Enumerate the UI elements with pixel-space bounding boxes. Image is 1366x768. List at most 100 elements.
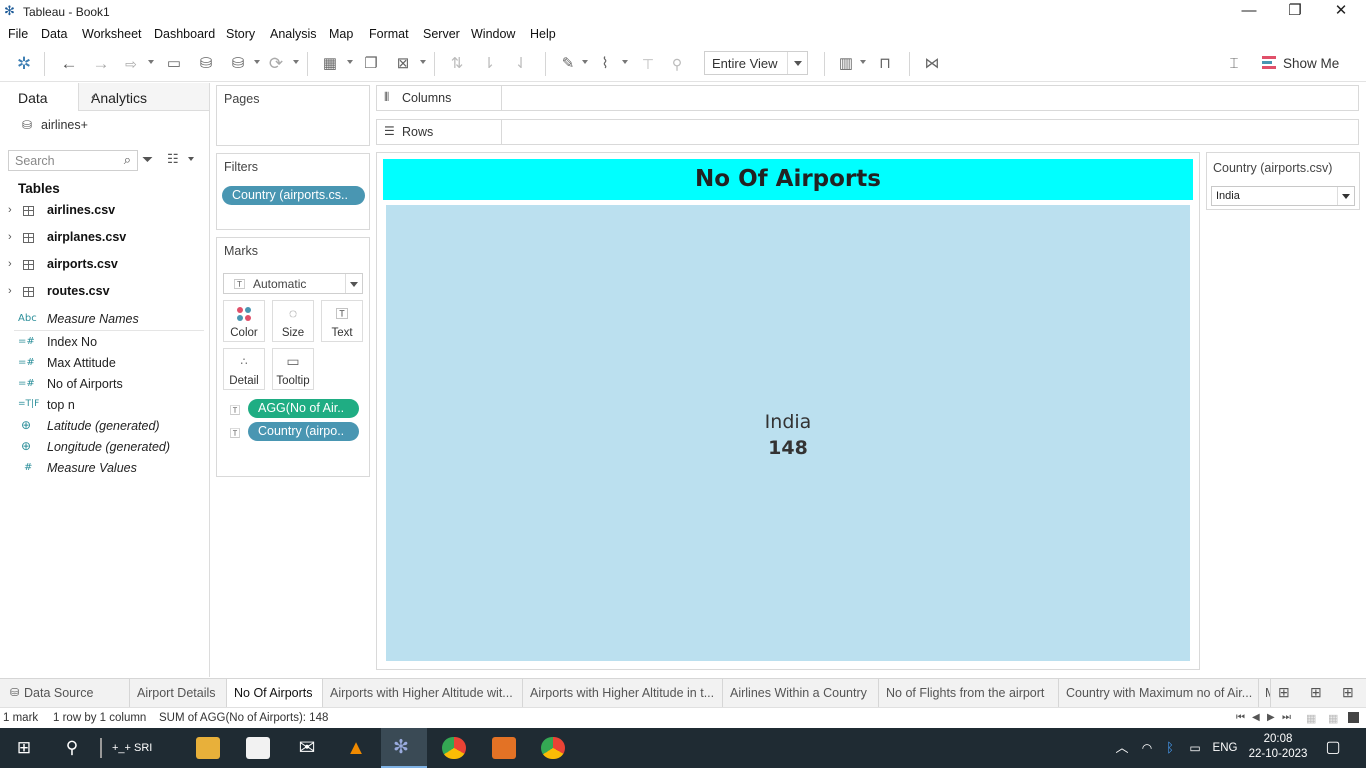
collapse-pane-icon[interactable]: ‹ [91,88,201,104]
windows-start-icon[interactable]: ⊞ [10,728,38,768]
chrome-profile-icon[interactable] [541,737,565,759]
minimize-button[interactable]: — [1226,0,1272,24]
tab-no-of-airports[interactable]: No Of Airports [227,679,323,707]
bluetooth-icon[interactable]: ᛒ [1162,728,1178,768]
sort-ascending-icon[interactable]: ⇂ [477,53,501,75]
replay-icon[interactable]: ⇨ [119,53,143,75]
filters-card[interactable]: Filters Country (airports.cs.. [216,153,370,230]
document-icon[interactable] [492,737,516,759]
menu-format[interactable]: Format [369,27,409,41]
menu-analysis[interactable]: Analysis [270,27,317,41]
clock[interactable]: 20:08 22-10-2023 [1245,732,1311,762]
tab-airlines-within-country[interactable]: Airlines Within a Country [723,679,879,707]
mark-pill-agg[interactable]: AGG(No of Air.. [248,399,359,418]
mail-icon[interactable]: ✉ [293,728,321,768]
show-filmstrip-icon[interactable]: ▦ [1306,712,1316,725]
duplicate-sheet-icon[interactable]: ❐ [359,53,383,75]
text-mark[interactable]: India 148 [386,205,1190,661]
next-sheet-icon[interactable]: ▶ [1267,712,1275,723]
menu-map[interactable]: Map [329,27,353,41]
mark-pill-country[interactable]: Country (airpo.. [248,422,359,441]
clear-sheet-icon[interactable]: ⊠ [391,53,415,75]
show-sheet-sorter-icon[interactable]: ▦ [1328,712,1338,725]
tab-more[interactable]: M [1259,679,1271,707]
columns-shelf[interactable]: ⦀ Columns [376,85,1359,111]
tab-airport-details[interactable]: Airport Details [130,679,227,707]
tab-airports-higher-altitude-with[interactable]: Airports with Higher Altitude wit... [323,679,523,707]
fix-axes-icon[interactable]: ⚲ [665,53,689,75]
new-datasource-icon[interactable]: ⛁ [194,53,218,75]
mark-type-dropdown[interactable]: 🅃 Automatic [223,273,363,294]
menu-help[interactable]: Help [530,27,556,41]
search-input[interactable]: Search ⌕ [8,150,138,171]
color-button[interactable]: Color [223,300,265,342]
table-row-airlines[interactable]: › airlines.csv [0,202,200,222]
undo-icon[interactable]: ← [57,53,81,75]
language-indicator[interactable]: ENG [1210,728,1240,768]
chevron-right-icon[interactable]: › [8,204,12,216]
share-icon[interactable]: ⋈ [920,53,944,75]
tab-airports-higher-altitude-in[interactable]: Airports with Higher Altitude in t... [523,679,723,707]
highlight-icon[interactable]: ✎ [556,53,580,75]
pages-card[interactable]: Pages [216,85,370,146]
new-story-icon[interactable]: ⊞ [1342,684,1354,701]
file-explorer-icon[interactable] [196,737,220,759]
rows-shelf[interactable]: ☰ Rows [376,119,1359,145]
menu-story[interactable]: Story [226,27,255,41]
redo-icon[interactable]: → [89,53,113,75]
detail-button[interactable]: ∴ Detail [223,348,265,390]
first-sheet-icon[interactable]: ⏮ [1236,712,1245,723]
notifications-icon[interactable]: ▢ [1322,728,1344,768]
tab-analytics[interactable]: Analytics ‹ [78,83,209,111]
fit-dropdown[interactable]: Entire View [704,51,808,75]
tableau-start-icon[interactable]: ✲ [12,53,36,75]
tab-data[interactable]: Data [0,83,78,111]
show-mark-labels-icon[interactable]: ⊤ [636,53,660,75]
restore-button[interactable]: ❐ [1272,0,1318,24]
new-worksheet-icon[interactable]: ▦ [318,53,342,75]
pause-updates-icon[interactable]: ⛁ [226,53,250,75]
size-button[interactable]: ◌ Size [272,300,314,342]
datasource-name[interactable]: airlines+ [41,118,88,132]
save-icon[interactable]: ▭ [162,53,186,75]
viz-title-band[interactable]: No Of Airports [383,159,1193,200]
filter-icon[interactable]: ⏷ [142,151,153,168]
show-tabs-icon[interactable] [1348,712,1359,723]
swap-icon[interactable]: ⇅ [445,53,469,75]
menu-worksheet[interactable]: Worksheet [82,27,142,41]
tab-no-of-flights[interactable]: No of Flights from the airport [879,679,1059,707]
tab-data-source[interactable]: ⛁ Data Source [0,679,130,707]
show-cards-icon[interactable]: ▥ [834,53,858,75]
table-row-routes[interactable]: › routes.csv [0,283,200,303]
group-members-icon[interactable]: ⌇ [593,53,617,75]
battery-icon[interactable]: ▭ [1186,728,1204,768]
table-row-airports[interactable]: › airports.csv [0,256,200,276]
chrome-icon[interactable] [442,737,466,759]
menu-data[interactable]: Data [41,27,67,41]
taskbar-label[interactable]: +_+ SRI [112,728,182,768]
last-sheet-icon[interactable]: ⏭ [1282,712,1291,723]
presentation-mode-icon[interactable]: ⊓ [873,53,897,75]
sort-descending-icon[interactable]: ⇃ [509,53,533,75]
menu-dashboard[interactable]: Dashboard [154,27,215,41]
new-dashboard-icon[interactable]: ⊞ [1310,684,1322,701]
tooltip-button[interactable]: ▭ Tooltip [272,348,314,390]
new-worksheet-icon[interactable]: ⊞ [1278,684,1290,701]
taskbar-search-icon[interactable]: ⚲ [58,728,86,768]
table-row-airplanes[interactable]: › airplanes.csv [0,229,200,249]
refresh-icon[interactable]: ⟳ [264,53,288,75]
menu-server[interactable]: Server [423,27,460,41]
vlc-icon[interactable]: ▲ [342,728,370,768]
text-button[interactable]: 🅃 Text [321,300,363,342]
app-icon[interactable] [246,737,270,759]
format-painter-icon[interactable]: ⌶ [1222,53,1246,75]
menu-file[interactable]: File [8,27,28,41]
chevron-right-icon[interactable]: › [8,258,12,270]
chevron-right-icon[interactable]: › [8,285,12,297]
prev-sheet-icon[interactable]: ◀ [1252,712,1260,723]
menu-window[interactable]: Window [471,27,515,41]
filter-pill-country[interactable]: Country (airports.cs.. [222,186,365,205]
tab-country-max-airports[interactable]: Country with Maximum no of Air... [1059,679,1259,707]
close-button[interactable]: ✕ [1318,0,1364,24]
view-options-icon[interactable]: ☷ [167,151,179,167]
